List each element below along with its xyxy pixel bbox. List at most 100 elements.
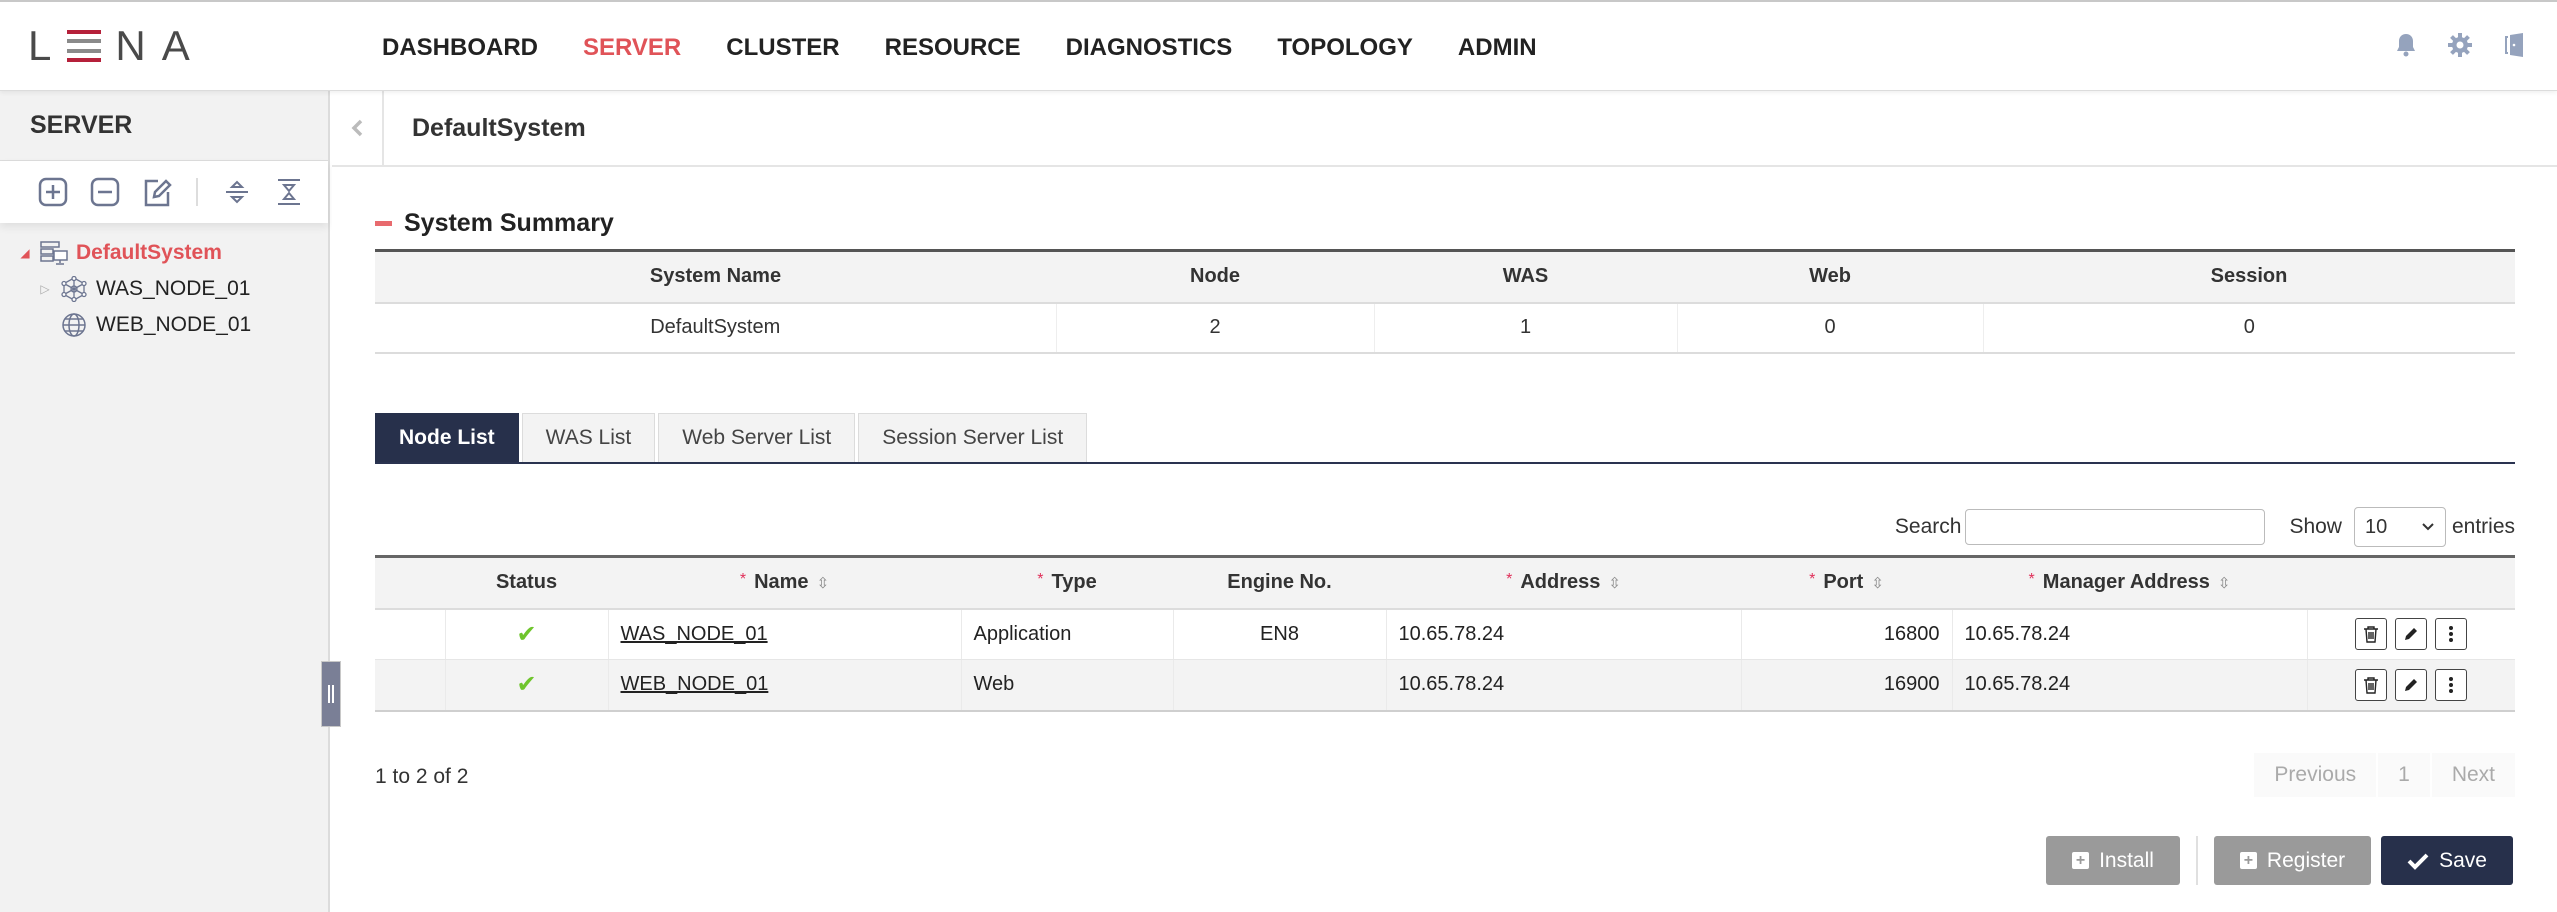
tree-node-was-node-01[interactable]: ▷ WAS_NODE_01 — [0, 271, 328, 307]
tree-expanded-icon[interactable]: ◢ — [18, 246, 32, 260]
type-cell: Web — [961, 659, 1174, 712]
trash-icon — [2364, 626, 2379, 643]
more-button[interactable] — [2435, 618, 2468, 651]
engine-cell: EN8 — [1173, 608, 1387, 660]
engine-cell — [1173, 659, 1387, 712]
col-session: Session — [1983, 250, 2515, 304]
previous-page-button[interactable]: Previous — [2254, 753, 2377, 797]
page-title: DefaultSystem — [412, 113, 586, 142]
manager-address-cell: 10.65.78.24 — [1952, 608, 2308, 660]
add-icon[interactable] — [36, 175, 70, 209]
remove-icon[interactable] — [88, 175, 122, 209]
node-name-link[interactable]: WEB_NODE_01 — [621, 673, 769, 695]
col-web: Web — [1677, 250, 1983, 304]
header-actions — [2393, 30, 2527, 60]
tab-was-list[interactable]: WAS List — [521, 413, 656, 462]
tab-web-server-list[interactable]: Web Server List — [658, 413, 856, 462]
nav-server[interactable]: SERVER — [583, 34, 681, 62]
address-cell: 10.65.78.24 — [1386, 608, 1742, 660]
col-manager-address[interactable]: * Manager Address ⇳ — [1952, 556, 2307, 610]
pagination: Previous 1 Next — [2254, 753, 2515, 797]
save-button[interactable]: Save — [2381, 836, 2513, 885]
nav-cluster[interactable]: CLUSTER — [726, 34, 839, 62]
more-vertical-icon — [2449, 626, 2454, 643]
top-header: L N A DASHBOARD SERVER CLUSTER RESOURCE … — [0, 0, 2557, 91]
checkmark-icon — [2407, 853, 2429, 870]
expand-all-icon[interactable] — [220, 175, 254, 209]
system-summary-table: System Name Node WAS Web Session Default… — [375, 249, 2515, 354]
node-list-table: Status * Name ⇳ * Type Engine No. * Address ⇳… — [375, 555, 2515, 712]
section-title-system-summary[interactable]: System Summary — [375, 209, 614, 238]
install-button[interactable]: + Install — [2046, 836, 2180, 885]
more-button[interactable] — [2435, 668, 2468, 701]
collapse-all-icon[interactable] — [272, 175, 306, 209]
port-cell: 16900 — [1741, 659, 1953, 712]
sort-icon: ⇳ — [1871, 575, 1884, 593]
nav-dashboard[interactable]: DASHBOARD — [382, 34, 538, 62]
col-address[interactable]: * Address ⇳ — [1386, 556, 1741, 610]
show-label: Show — [2289, 515, 2342, 538]
node-header-row: Status * Name ⇳ * Type Engine No. * Address ⇳… — [375, 556, 2515, 610]
collapse-section-icon[interactable] — [375, 221, 392, 226]
logo-e-stripes-icon — [67, 29, 102, 63]
col-was: WAS — [1374, 250, 1677, 304]
page-1-button[interactable]: 1 — [2378, 753, 2430, 797]
summary-session-count: 0 — [1983, 302, 2515, 354]
delete-button[interactable] — [2355, 668, 2388, 701]
table-filters: Search Show 10 entries — [1895, 507, 2515, 547]
register-label: Register — [2266, 848, 2346, 872]
edit-button[interactable] — [2395, 618, 2428, 651]
edit-icon[interactable] — [140, 175, 174, 209]
edit-button[interactable] — [2395, 668, 2428, 701]
nav-diagnostics[interactable]: DIAGNOSTICS — [1066, 34, 1233, 62]
entries-label: entries — [2451, 515, 2515, 538]
summary-web-count: 0 — [1677, 302, 1984, 354]
sidebar-resize-handle[interactable] — [321, 661, 341, 727]
sort-icon: ⇳ — [1608, 575, 1621, 593]
actions-cell — [2307, 659, 2515, 712]
summary-system-name: DefaultSystem — [375, 302, 1057, 354]
nav-resource[interactable]: RESOURCE — [885, 34, 1021, 62]
table-row: ✔ WEB_NODE_01 Web 10.65.78.24 16900 10.6… — [375, 659, 2515, 712]
nav-admin[interactable]: ADMIN — [1458, 34, 1537, 62]
section-title-text: System Summary — [404, 209, 614, 237]
tab-node-list[interactable]: Node List — [375, 413, 519, 462]
row-select-cell — [375, 608, 446, 660]
collapse-sidebar-button[interactable] — [332, 90, 384, 166]
lena-logo[interactable]: L N A — [28, 22, 192, 69]
tree-toolbar — [0, 161, 328, 223]
col-name[interactable]: * Name ⇳ — [608, 556, 961, 610]
entries-per-page-select[interactable]: 10 — [2353, 507, 2446, 547]
system-icon — [40, 239, 68, 267]
col-port[interactable]: * Port ⇳ — [1741, 556, 1952, 610]
address-cell: 10.65.78.24 — [1386, 659, 1742, 712]
col-status: Status — [445, 556, 608, 610]
search-label: Search — [1894, 515, 1962, 538]
bell-icon[interactable] — [2393, 30, 2419, 60]
nav-topology[interactable]: TOPOLOGY — [1277, 34, 1413, 62]
table-info: 1 to 2 of 2 — [375, 765, 469, 788]
status-ok-check-icon: ✔ — [516, 620, 537, 648]
delete-button[interactable] — [2355, 618, 2388, 651]
next-page-button[interactable]: Next — [2431, 753, 2515, 797]
tree-node-web-node-01[interactable]: WEB_NODE_01 — [0, 307, 328, 343]
row-select-cell — [375, 659, 446, 712]
col-type: * Type — [961, 556, 1173, 610]
search-input[interactable] — [1965, 509, 2266, 545]
register-button[interactable]: + Register — [2213, 836, 2372, 885]
logo-letter-a: A — [161, 22, 192, 69]
page-header: DefaultSystem — [332, 90, 2557, 167]
table-row: ✔ WAS_NODE_01 Application EN8 10.65.78.2… — [375, 608, 2515, 660]
tree-collapsed-icon[interactable]: ▷ — [38, 282, 52, 296]
tree-node-defaultsystem[interactable]: ◢ DefaultSystem — [0, 235, 328, 271]
col-system-name: System Name — [375, 250, 1056, 304]
logout-door-icon[interactable] — [2501, 30, 2527, 60]
chevron-left-icon — [351, 119, 363, 137]
tab-session-server-list[interactable]: Session Server List — [858, 413, 1088, 462]
port-cell: 16800 — [1741, 608, 1953, 660]
was-node-icon — [60, 275, 88, 303]
gear-icon[interactable] — [2447, 30, 2473, 60]
node-name-link[interactable]: WAS_NODE_01 — [621, 623, 768, 645]
install-label: Install — [2099, 848, 2154, 872]
server-sidebar: SERVER ◢ DefaultSystem ▷ WAS_NODE_01 WEB… — [0, 91, 330, 912]
